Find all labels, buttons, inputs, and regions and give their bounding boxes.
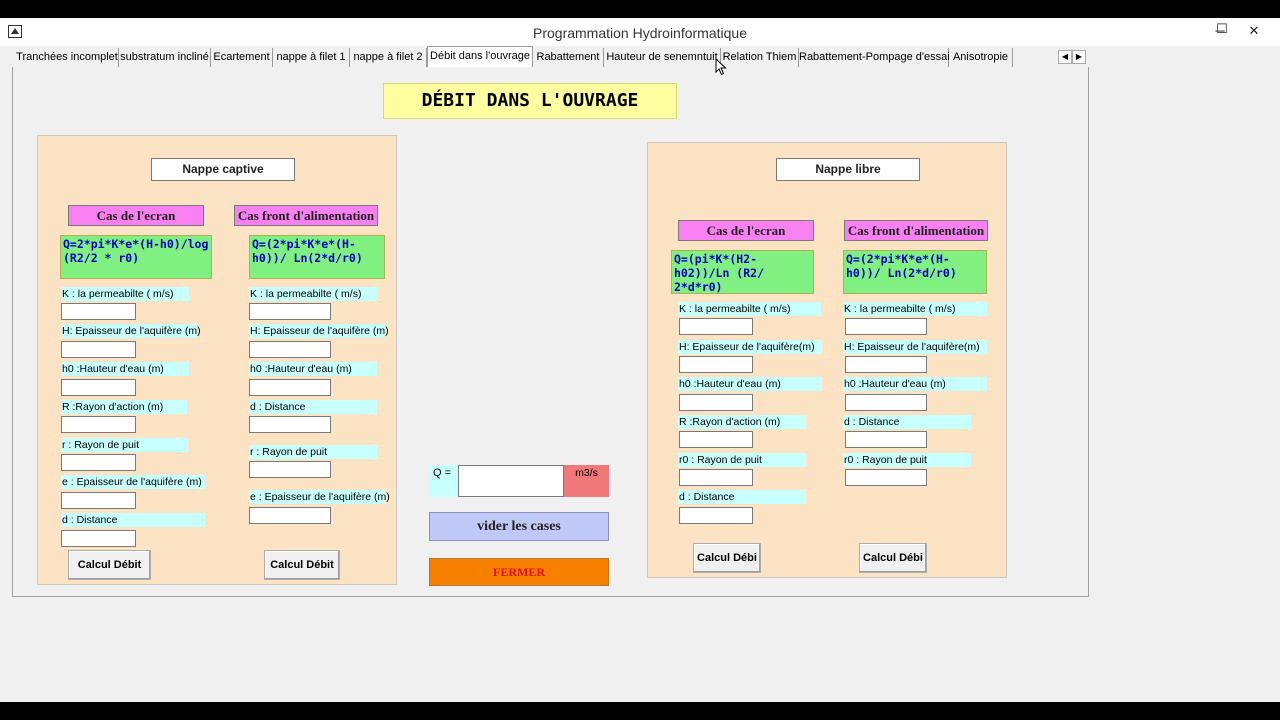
captive-ecran-e-input[interactable]	[61, 492, 136, 509]
field-label: r : Rayon de puit	[249, 445, 377, 459]
window-title: Programmation Hydroinformatique	[533, 25, 747, 41]
libre-ecran-calcul-button[interactable]: Calcul Débi	[693, 543, 761, 573]
clear-fields-button[interactable]: vider les cases	[429, 512, 609, 541]
captive-ecran-d-input[interactable]	[61, 530, 136, 547]
tab-anisotropie[interactable]: Anisotropie	[949, 48, 1013, 67]
maximize-button[interactable]: ☐	[1208, 18, 1236, 40]
captive-ecran-k-input[interactable]	[61, 303, 136, 320]
field-label: R :Rayon d'action (m)	[678, 415, 806, 429]
libre-front-label: Cas front d'alimentation	[844, 220, 988, 241]
libre-ecran-h-input[interactable]	[679, 356, 753, 373]
field-label: r0 : Rayon de puit	[843, 453, 971, 467]
q-label: Q =	[429, 465, 459, 497]
close-form-button[interactable]: FERMER	[429, 558, 609, 586]
captive-ecran-label: Cas de l'ecran	[68, 205, 204, 226]
mouse-cursor-icon	[715, 58, 727, 76]
tab-strip: Tranchées incomplet substratum incliné E…	[12, 46, 1088, 68]
captive-front-label: Cas front d'alimentation	[234, 205, 378, 226]
tab-rabattement[interactable]: Rabattement	[533, 48, 604, 67]
field-label: h0 :Hauteur d'eau (m)	[249, 362, 377, 376]
libre-ecran-r-input[interactable]	[679, 431, 753, 448]
field-label: d : Distance	[249, 400, 377, 414]
field-label: H: Epaisseur de l'aquifère (m)	[249, 324, 389, 338]
q-unit: m3/s	[564, 465, 609, 497]
tab-nappe-filet-1[interactable]: nappe à filet 1	[273, 48, 350, 67]
field-label: H: Epaisseur de l'aquifère(m)	[678, 340, 822, 354]
page-title: DÉBIT DANS L'OUVRAGE	[383, 83, 677, 119]
field-label: K : la permeabilte ( m/s)	[61, 287, 189, 301]
tab-scroll-left-icon[interactable]: ◀	[1058, 50, 1072, 64]
captive-front-e-input[interactable]	[249, 507, 331, 524]
libre-front-r0-input[interactable]	[845, 469, 927, 486]
captive-ecran-rp-input[interactable]	[61, 454, 136, 471]
captive-front-d-input[interactable]	[249, 416, 331, 433]
captive-ecran-h-input[interactable]	[61, 341, 136, 358]
captive-ecran-calcul-button[interactable]: Calcul Débit	[68, 550, 151, 580]
libre-ecran-k-input[interactable]	[679, 318, 753, 335]
libre-front-calcul-button[interactable]: Calcul Débi	[859, 543, 927, 573]
field-label: K : la permeabilte ( m/s)	[249, 287, 377, 301]
captive-title: Nappe captive	[151, 158, 295, 181]
close-button[interactable]: ✕	[1240, 20, 1268, 42]
tab-nappe-filet-2[interactable]: nappe à filet 2	[350, 48, 427, 67]
field-label: h0 :Hauteur d'eau (m)	[843, 377, 987, 391]
libre-ecran-h0-input[interactable]	[679, 394, 753, 411]
tab-tranchees-incomplet[interactable]: Tranchées incomplet	[16, 48, 119, 67]
field-label: d : Distance	[843, 415, 971, 429]
libre-front-k-input[interactable]	[845, 318, 927, 335]
field-label: h0 :Hauteur d'eau (m)	[678, 377, 822, 391]
field-label: e : Epaisseur de l'aquifère (m)	[61, 475, 205, 489]
q-result-field[interactable]	[458, 465, 564, 497]
captive-front-k-input[interactable]	[249, 303, 331, 320]
captive-front-h-input[interactable]	[249, 341, 331, 358]
libre-front-h0-input[interactable]	[845, 394, 927, 411]
captive-front-r-input[interactable]	[249, 461, 331, 478]
tab-substratum-incline[interactable]: substratum incliné	[119, 48, 211, 67]
field-label: K : la permeabilte ( m/s)	[678, 302, 821, 316]
captive-ecran-h0-input[interactable]	[61, 379, 136, 396]
field-label: r : Rayon de puit	[61, 438, 188, 452]
tab-hauteur-senemntuit[interactable]: Hauteur de senemntuit	[604, 48, 721, 67]
field-label: H: Epaisseur de l'aquifère(m)	[843, 340, 987, 354]
libre-ecran-r0-input[interactable]	[679, 469, 753, 486]
field-label: h0 :Hauteur d'eau (m)	[61, 362, 189, 376]
libre-front-h-input[interactable]	[845, 356, 927, 373]
title-bar: Programmation Hydroinformatique ─ ☐ ✕	[0, 18, 1280, 46]
field-label: d : Distance	[61, 513, 205, 527]
field-label: K : la permeabilte ( m/s)	[843, 302, 987, 316]
captive-ecran-r-input[interactable]	[61, 416, 136, 433]
libre-ecran-d-input[interactable]	[679, 507, 753, 524]
captive-front-formula: Q=(2*pi*K*e*(H-h0))/ Ln(2*d/r0)	[249, 235, 385, 279]
libre-title: Nappe libre	[776, 158, 920, 181]
field-label: r0 : Rayon de puit	[678, 453, 806, 467]
captive-front-h0-input[interactable]	[249, 379, 331, 396]
captive-front-calcul-button[interactable]: Calcul Débit	[264, 550, 340, 580]
tab-scroll-right-icon[interactable]: ▶	[1072, 50, 1086, 64]
libre-ecran-label: Cas de l'ecran	[678, 220, 814, 241]
captive-ecran-formula: Q=2*pi*K*e*(H-h0)/log (R2/2 * r0)	[60, 235, 212, 279]
libre-ecran-formula: Q=(pi*K*(H2-h02))/Ln (R2/ 2*d*r0)	[671, 250, 814, 294]
libre-front-d-input[interactable]	[845, 431, 927, 448]
libre-front-formula: Q=(2*pi*K*e*(H-h0))/ Ln(2*d/r0)	[843, 250, 987, 294]
field-label: d : Distance	[678, 490, 806, 504]
tab-ecartement[interactable]: Ecartement	[211, 48, 273, 67]
tab-relation-thiem[interactable]: Relation Thiem	[721, 48, 799, 67]
field-label: R :Rayon d'action (m)	[61, 400, 187, 414]
tab-debit-ouvrage[interactable]: Débit dans l'ouvrage	[427, 46, 533, 67]
field-label: H: Epaisseur de l'aquifère (m)	[61, 324, 201, 338]
field-label: e : Epaisseur de l'aquifère (m)	[249, 490, 390, 504]
tab-rabattement-pompage[interactable]: Rabattement-Pompage d'essai	[799, 48, 950, 67]
